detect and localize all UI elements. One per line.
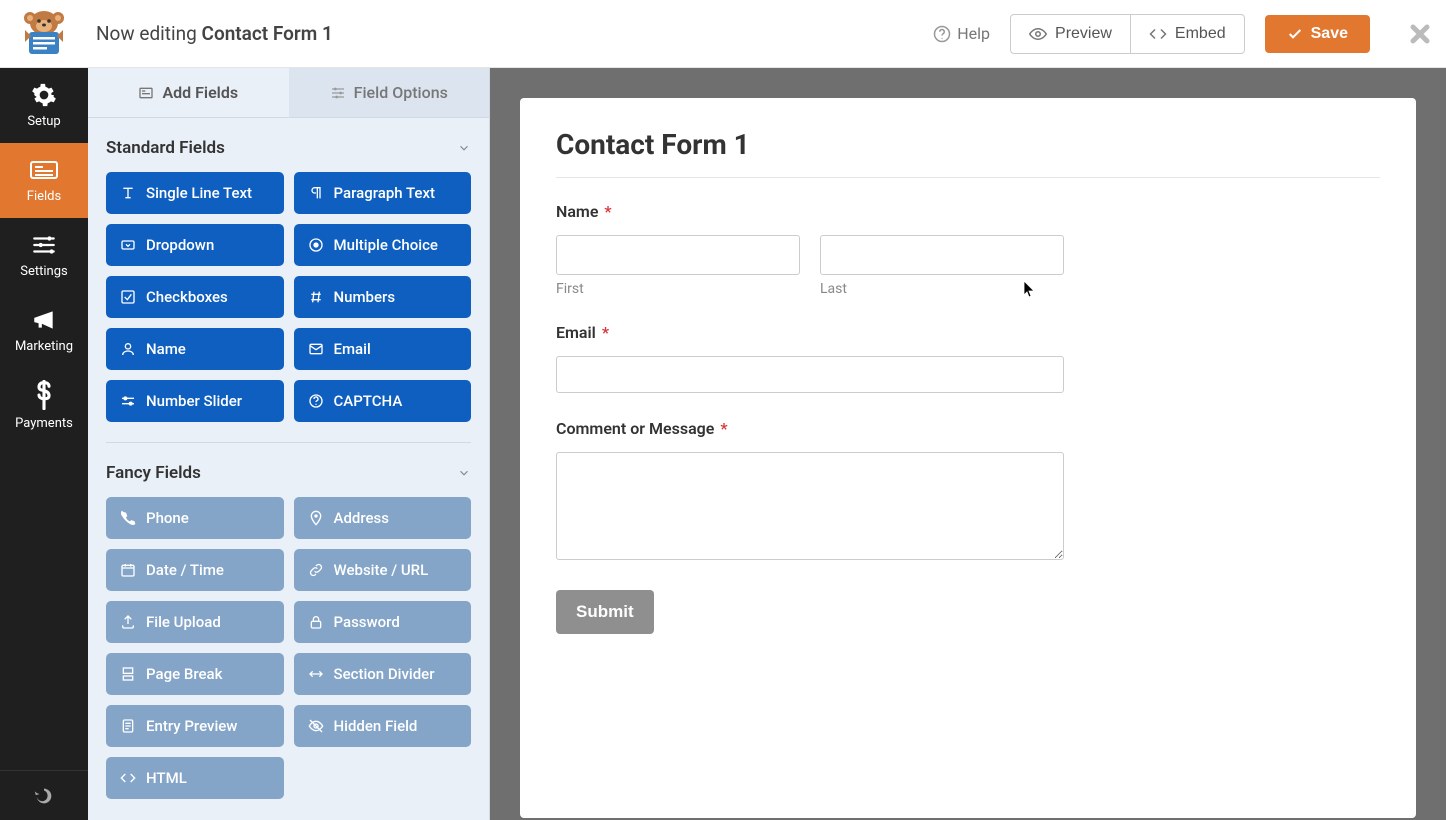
field-entry-preview[interactable]: Entry Preview	[106, 705, 284, 747]
sliders-icon	[31, 232, 57, 258]
label-comment: Comment or Message *	[556, 419, 1064, 438]
link-icon	[308, 562, 324, 578]
paragraph-icon	[308, 185, 324, 201]
field-single-line-text[interactable]: Single Line Text	[106, 172, 284, 214]
sliders-icon	[330, 85, 346, 101]
history-icon	[33, 785, 55, 807]
field-email[interactable]: Email *	[556, 323, 1064, 393]
close-button[interactable]	[1408, 22, 1432, 46]
fields-panel: Add Fields Field Options Standard Fields…	[88, 68, 490, 820]
tab-field-options[interactable]: Field Options	[289, 68, 490, 117]
form-preview[interactable]: Contact Form 1 Name * First Last	[520, 98, 1416, 818]
field-multiple-choice[interactable]: Multiple Choice	[294, 224, 472, 266]
nav-label: Marketing	[15, 339, 73, 354]
code-icon	[120, 770, 136, 786]
field-email[interactable]: Email	[294, 328, 472, 370]
nav-label: Setup	[27, 114, 60, 129]
field-comment[interactable]: Comment or Message *	[556, 419, 1064, 564]
dropdown-icon	[120, 237, 136, 253]
field-hidden-field[interactable]: Hidden Field	[294, 705, 472, 747]
sidebar: Setup Fields Settings Marketing Payments	[0, 68, 88, 820]
field-paragraph-text[interactable]: Paragraph Text	[294, 172, 472, 214]
upload-icon	[120, 614, 136, 630]
sublabel-last: Last	[820, 281, 1064, 297]
eye-off-icon	[308, 718, 324, 734]
checkbox-icon	[120, 289, 136, 305]
embed-button[interactable]: Embed	[1131, 14, 1245, 54]
help-link[interactable]: Help	[933, 24, 990, 43]
pagebreak-icon	[120, 666, 136, 682]
field-date-time[interactable]: Date / Time	[106, 549, 284, 591]
nav-label: Settings	[20, 264, 67, 279]
user-icon	[120, 341, 136, 357]
field-checkboxes[interactable]: Checkboxes	[106, 276, 284, 318]
phone-icon	[120, 510, 136, 526]
close-icon	[1408, 22, 1432, 46]
input-last-name[interactable]	[820, 235, 1064, 275]
field-dropdown[interactable]: Dropdown	[106, 224, 284, 266]
topbar: Now editing Contact Form 1 Help Preview …	[0, 0, 1446, 68]
mail-icon	[308, 341, 324, 357]
input-email[interactable]	[556, 356, 1064, 393]
divider-icon	[308, 666, 324, 682]
slider-icon	[120, 393, 136, 409]
form-title: Contact Form 1	[556, 128, 1380, 178]
tab-add-fields[interactable]: Add Fields	[88, 68, 289, 117]
field-html[interactable]: HTML	[106, 757, 284, 799]
code-icon	[1149, 25, 1167, 43]
nav-label: Fields	[27, 189, 61, 204]
nav-settings[interactable]: Settings	[0, 218, 88, 293]
nav-payments[interactable]: Payments	[0, 368, 88, 443]
help-icon	[933, 25, 951, 43]
submit-button[interactable]: Submit	[556, 590, 654, 634]
label-email: Email *	[556, 323, 1064, 342]
preview-button[interactable]: Preview	[1010, 14, 1131, 54]
form-canvas: Contact Form 1 Name * First Last	[490, 68, 1446, 820]
field-website[interactable]: Website / URL	[294, 549, 472, 591]
pin-icon	[308, 510, 324, 526]
app-logo	[10, 0, 78, 68]
radio-icon	[308, 237, 324, 253]
field-name[interactable]: Name * First Last	[556, 202, 1064, 297]
field-captcha[interactable]: CAPTCHA	[294, 380, 472, 422]
calendar-icon	[120, 562, 136, 578]
field-numbers[interactable]: Numbers	[294, 276, 472, 318]
field-file-upload[interactable]: File Upload	[106, 601, 284, 643]
document-icon	[120, 718, 136, 734]
field-section-divider[interactable]: Section Divider	[294, 653, 472, 695]
shield-icon	[308, 393, 324, 409]
bullhorn-icon	[31, 307, 57, 333]
editing-title: Now editing Contact Form 1	[96, 22, 333, 45]
sublabel-first: First	[556, 281, 800, 297]
eye-icon	[1029, 25, 1047, 43]
grid-icon	[138, 85, 154, 101]
nav-label: Payments	[15, 416, 73, 431]
nav-fields[interactable]: Fields	[0, 143, 88, 218]
save-button[interactable]: Save	[1265, 15, 1370, 53]
label-name: Name *	[556, 202, 1064, 221]
field-name[interactable]: Name	[106, 328, 284, 370]
chevron-down-icon	[457, 141, 471, 155]
form-icon	[30, 157, 58, 183]
input-first-name[interactable]	[556, 235, 800, 275]
lock-icon	[308, 614, 324, 630]
section-standard-fields[interactable]: Standard Fields	[106, 118, 471, 172]
dollar-icon	[34, 380, 54, 410]
field-address[interactable]: Address	[294, 497, 472, 539]
hash-icon	[308, 289, 324, 305]
nav-setup[interactable]: Setup	[0, 68, 88, 143]
field-password[interactable]: Password	[294, 601, 472, 643]
gear-icon	[31, 82, 57, 108]
field-page-break[interactable]: Page Break	[106, 653, 284, 695]
field-phone[interactable]: Phone	[106, 497, 284, 539]
text-icon	[120, 185, 136, 201]
revisions-button[interactable]	[0, 770, 88, 820]
field-number-slider[interactable]: Number Slider	[106, 380, 284, 422]
input-comment[interactable]	[556, 452, 1064, 560]
check-icon	[1287, 26, 1303, 42]
section-fancy-fields[interactable]: Fancy Fields	[106, 442, 471, 497]
nav-marketing[interactable]: Marketing	[0, 293, 88, 368]
chevron-down-icon	[457, 466, 471, 480]
